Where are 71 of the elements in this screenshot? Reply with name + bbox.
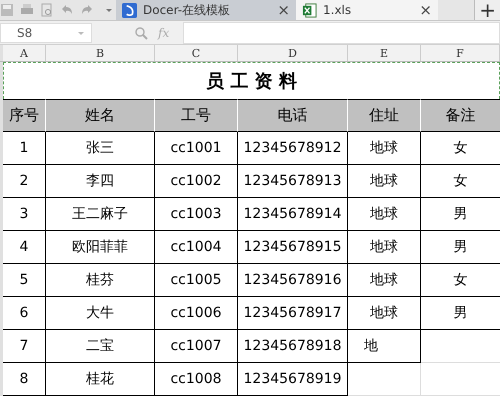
table-cell: 12345678918	[238, 330, 348, 363]
header-cell: 工号	[155, 99, 238, 132]
table-cell: 地	[348, 330, 421, 363]
print-icon[interactable]	[20, 3, 34, 17]
formula-field[interactable]	[183, 22, 500, 44]
table-cell: cc1006	[155, 297, 238, 330]
table-title: 员 工 资 料	[3, 62, 500, 99]
table-cell: 3	[3, 198, 46, 231]
table-cell: 12345678915	[238, 231, 348, 264]
table-cell: 12345678919	[238, 363, 348, 396]
table-cell: 2	[3, 165, 46, 198]
table-cell: 1	[3, 132, 46, 165]
print-preview-icon[interactable]	[40, 3, 54, 17]
table-cell: 二宝	[46, 330, 155, 363]
column-header[interactable]: F	[421, 45, 500, 61]
table-cell: 地球	[348, 165, 421, 198]
table-cell: 12345678913	[238, 165, 348, 198]
table-cell: cc1007	[155, 330, 238, 363]
header-cell: 电话	[238, 99, 348, 132]
tab[interactable]: 1.xls ×	[296, 0, 438, 20]
table-cell: 12345678914	[238, 198, 348, 231]
table-cell: 地球	[348, 198, 421, 231]
table-cell: 12345678916	[238, 264, 348, 297]
column-header[interactable]: B	[46, 45, 155, 61]
table-cell: 7	[3, 330, 46, 363]
table-cell: cc1004	[155, 231, 238, 264]
header-cell: 住址	[348, 99, 421, 132]
save-icon[interactable]	[0, 3, 14, 17]
table-cell: 李四	[46, 165, 155, 198]
table-cell: 王二麻子	[46, 198, 155, 231]
table-cell: 12345678912	[238, 132, 348, 165]
table-cell: cc1002	[155, 165, 238, 198]
table-cell: 大牛	[46, 297, 155, 330]
close-icon[interactable]: ×	[419, 1, 432, 19]
table-cell: 地球	[348, 297, 421, 330]
column-header[interactable]: E	[348, 45, 421, 61]
table-cell: 地球	[348, 231, 421, 264]
table-cell: 女	[421, 165, 500, 198]
table-cell: cc1003	[155, 198, 238, 231]
table-cell: 女	[421, 264, 500, 297]
table-cell: cc1008	[155, 363, 238, 396]
header-cell: 姓名	[46, 99, 155, 132]
table-cell: 6	[3, 297, 46, 330]
table-cell: 地球	[348, 264, 421, 297]
tab[interactable]: Docer-在线模板 ×	[116, 0, 296, 20]
close-icon[interactable]: ×	[277, 1, 290, 19]
docer-logo-icon	[122, 2, 137, 18]
table-cell: cc1001	[155, 132, 238, 165]
spreadsheet-file-icon	[302, 2, 317, 18]
table-cell: 男	[421, 297, 500, 330]
table-cell: cc1005	[155, 264, 238, 297]
table-cell: 男	[421, 231, 500, 264]
column-header[interactable]: C	[155, 45, 238, 61]
table-cell: 张三	[46, 132, 155, 165]
header-cell: 备注	[421, 99, 500, 132]
table-cell: 欧阳菲菲	[46, 231, 155, 264]
table-cell: 4	[3, 231, 46, 264]
table-cell: 12345678917	[238, 297, 348, 330]
table-cell: 桂芬	[46, 264, 155, 297]
table-cell: 8	[3, 363, 46, 396]
zoom-icon[interactable]	[134, 26, 148, 40]
table-cell: 地球	[348, 132, 421, 165]
table-cell: 5	[3, 264, 46, 297]
header-cell: 序号	[3, 99, 46, 132]
table-cell: 男	[421, 198, 500, 231]
new-tab-button[interactable]: +	[474, 0, 500, 20]
name-box[interactable]: S8	[0, 22, 92, 42]
column-header[interactable]: D	[238, 45, 348, 61]
column-header[interactable]: A	[3, 45, 46, 61]
table-cell: 女	[421, 132, 500, 165]
table-cell: 桂花	[46, 363, 155, 396]
